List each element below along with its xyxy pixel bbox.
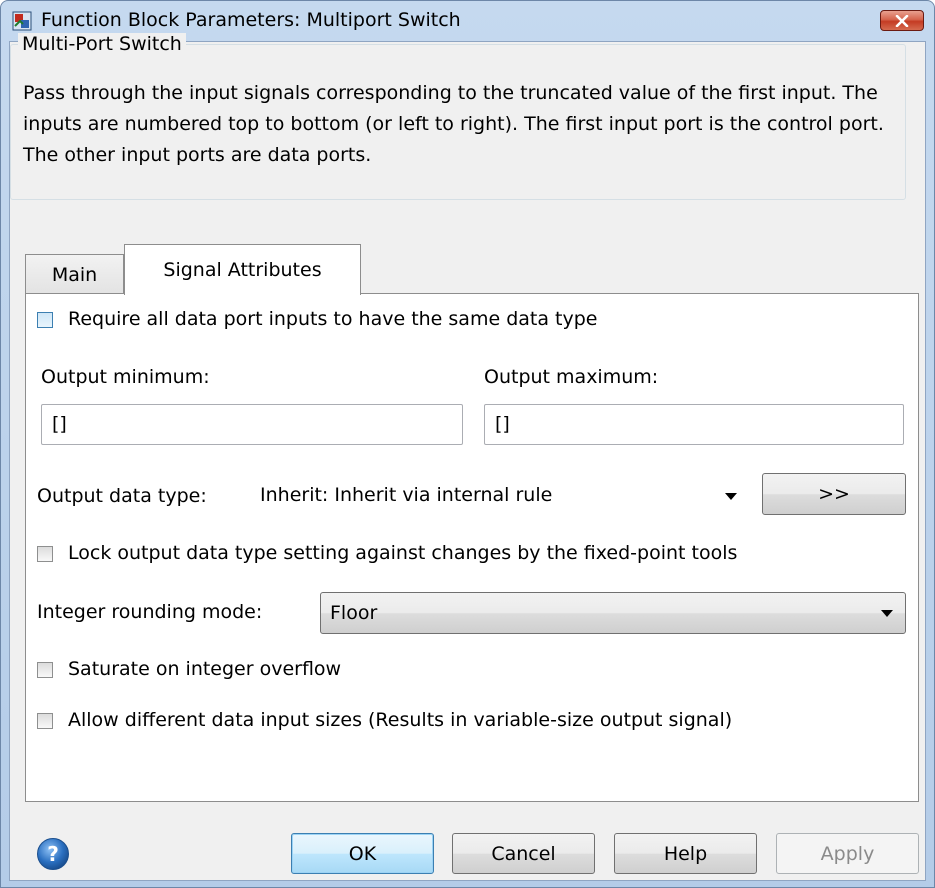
rounding-mode-value: Floor [330, 602, 378, 624]
group-legend: Multi-Port Switch [18, 33, 186, 55]
chevron-down-icon [881, 610, 893, 617]
output-maximum-label: Output maximum: [484, 366, 659, 388]
output-data-type-value: Inherit: Inherit via internal rule [260, 484, 553, 506]
tab-main[interactable]: Main [25, 254, 124, 294]
lock-output-label: Lock output data type setting against ch… [68, 542, 738, 564]
output-minimum-field[interactable]: [] [41, 404, 463, 445]
svg-text:?: ? [47, 842, 59, 866]
block-description: Pass through the input signals correspon… [23, 82, 884, 166]
close-button[interactable] [880, 10, 924, 31]
rounding-mode-combobox[interactable]: Floor [320, 592, 906, 634]
require-same-type-checkbox[interactable] [37, 312, 53, 328]
tab-signal-attributes-label: Signal Attributes [163, 259, 322, 281]
data-type-assistant-button[interactable]: >> [762, 473, 906, 515]
saturate-label: Saturate on integer overflow [68, 658, 342, 680]
rounding-mode-label: Integer rounding mode: [37, 601, 263, 623]
ok-button[interactable]: OK [291, 833, 434, 874]
allow-sizes-checkbox[interactable] [37, 713, 53, 729]
tab-main-label: Main [51, 263, 98, 286]
allow-sizes-label: Allow different data input sizes (Result… [68, 709, 733, 731]
saturate-checkbox[interactable] [37, 662, 53, 678]
lock-output-checkbox[interactable] [37, 546, 53, 562]
close-icon [895, 14, 909, 27]
output-maximum-field[interactable]: [] [484, 404, 904, 445]
chevron-down-icon [725, 493, 737, 500]
help-button[interactable]: Help [614, 833, 757, 874]
help-icon[interactable]: ? [36, 837, 70, 871]
output-minimum-label: Output minimum: [41, 366, 210, 388]
tab-signal-attributes[interactable]: Signal Attributes [124, 244, 361, 295]
output-data-type-combobox[interactable]: Inherit: Inherit via internal rule [250, 473, 747, 519]
require-same-type-label: Require all data port inputs to have the… [68, 308, 598, 330]
output-data-type-label: Output data type: [37, 485, 207, 507]
simulink-block-icon [12, 11, 32, 31]
window-title: Function Block Parameters: Multiport Swi… [41, 9, 461, 31]
apply-button[interactable]: Apply [776, 833, 919, 874]
cancel-button[interactable]: Cancel [452, 833, 595, 874]
